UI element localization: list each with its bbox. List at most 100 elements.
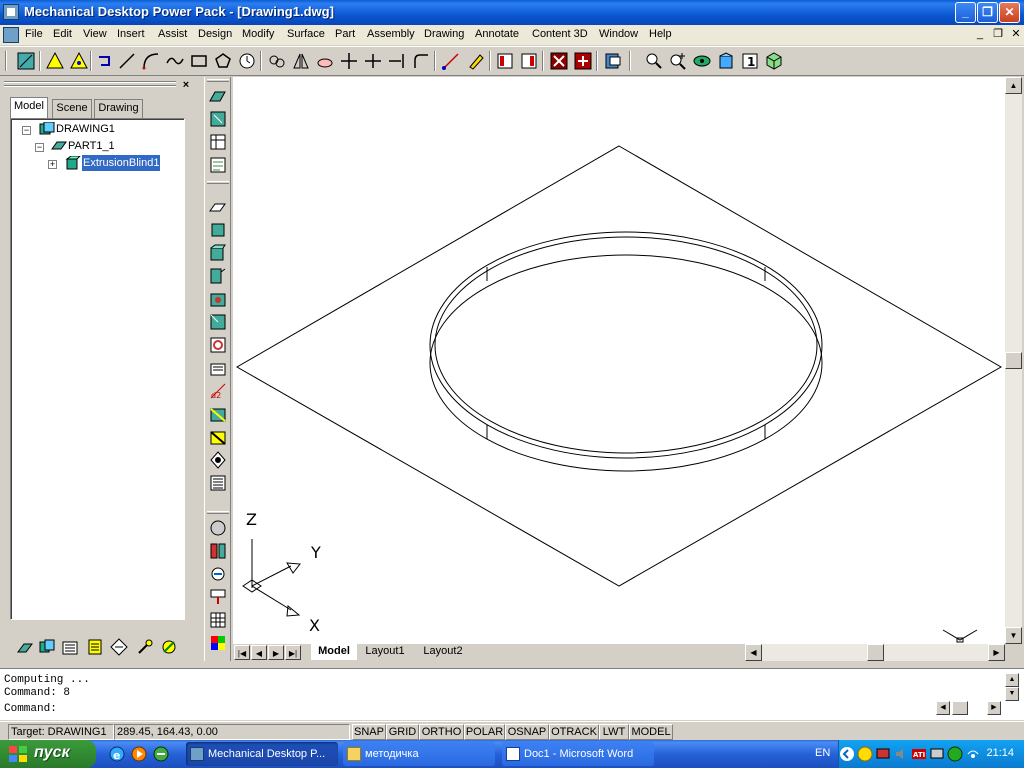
browser-close-button[interactable]: × (180, 79, 192, 91)
chevron-left-icon[interactable] (839, 746, 855, 762)
constraint-icon[interactable] (208, 132, 228, 152)
draft-icon[interactable] (208, 404, 228, 424)
task-folder[interactable]: методичка (343, 742, 495, 766)
speaker-icon[interactable] (893, 746, 909, 762)
display-icon[interactable] (929, 746, 945, 762)
info-icon[interactable]: 1 (740, 51, 760, 71)
command-prompt[interactable]: Command: (4, 703, 57, 716)
warning-triangle-icon[interactable] (69, 51, 89, 71)
toolbar-grip[interactable] (207, 511, 229, 514)
copy-icon[interactable] (267, 51, 287, 71)
tree-item-part[interactable]: PART1_1 (68, 138, 115, 154)
menu-file[interactable]: File (25, 28, 43, 40)
command-scroll-down[interactable]: ▼ (1005, 687, 1019, 701)
mdi-restore-button[interactable]: ❐ (990, 28, 1006, 42)
close-button[interactable]: ✕ (999, 2, 1020, 23)
polar-toggle[interactable]: POLAR (464, 724, 505, 740)
undo-icon[interactable] (95, 51, 115, 71)
scroll-up-button[interactable]: ▲ (1005, 77, 1022, 94)
spline-icon[interactable] (165, 51, 185, 71)
menu-assist[interactable]: Assist (158, 28, 187, 40)
task-word[interactable]: Doc1 - Microsoft Word (502, 742, 654, 766)
show-desktop-icon[interactable] (152, 745, 170, 763)
clock-icon[interactable] (237, 51, 257, 71)
sketch-icon[interactable] (16, 638, 34, 656)
layer-icon[interactable] (603, 51, 623, 71)
update-icon[interactable] (136, 638, 154, 656)
menu-edit[interactable]: Edit (53, 28, 72, 40)
scroll-left-button[interactable]: ◀ (745, 644, 762, 661)
menu-content-3d[interactable]: Content 3D (532, 28, 588, 40)
command-scroll-up[interactable]: ▲ (1005, 673, 1019, 687)
first-tab-button[interactable]: |◀ (234, 645, 250, 660)
extend-icon[interactable] (387, 51, 407, 71)
color-grid-icon[interactable] (208, 633, 228, 653)
command-scroll-thumb[interactable] (952, 701, 968, 715)
orbit-icon[interactable] (716, 51, 736, 71)
fillet-icon[interactable] (411, 51, 431, 71)
menu-view[interactable]: View (83, 28, 107, 40)
tree-item-extrusion[interactable]: ExtrusionBlind1 (82, 155, 161, 171)
part-icon[interactable] (38, 638, 56, 656)
toolbar-grip[interactable] (207, 79, 229, 82)
table-grid-icon[interactable] (208, 610, 228, 630)
command-window[interactable]: Computing ... Command: 8 Command: ▲ ▼ ◀ … (0, 668, 1024, 720)
tab-model-layout[interactable]: Model (311, 644, 357, 660)
mass-icon[interactable] (208, 450, 228, 470)
maximize-button[interactable]: ❐ (977, 2, 998, 23)
bom-icon[interactable] (208, 564, 228, 584)
view-icon[interactable] (692, 51, 712, 71)
scroll-down-button[interactable]: ▼ (1005, 627, 1022, 644)
hole-icon[interactable] (208, 289, 228, 309)
rectangle-icon[interactable] (189, 51, 209, 71)
profile-icon[interactable] (208, 109, 228, 129)
tab-layout2[interactable]: Layout2 (416, 644, 470, 660)
minimize-button[interactable]: _ (955, 2, 976, 23)
loft-icon[interactable] (208, 266, 228, 286)
move-icon[interactable] (339, 51, 359, 71)
menu-part[interactable]: Part (335, 28, 355, 40)
last-tab-button[interactable]: ▶| (285, 645, 301, 660)
otrack-toggle[interactable]: OTRACK (549, 724, 599, 740)
dimension-icon[interactable] (441, 51, 461, 71)
constraint-assembly-icon[interactable] (208, 518, 228, 538)
browser-grip[interactable] (4, 81, 176, 83)
zoom-window-icon[interactable] (668, 51, 688, 71)
sweep-icon[interactable] (208, 243, 228, 263)
clock[interactable]: 21:14 (986, 747, 1014, 759)
workplane-icon[interactable] (208, 155, 228, 175)
mdi-close-button[interactable]: ✕ (1008, 28, 1024, 42)
lwt-toggle[interactable]: LWT (599, 724, 629, 740)
drawing-canvas[interactable]: Z Y X (233, 77, 1005, 644)
prev-tab-button[interactable]: ◀ (251, 645, 267, 660)
fillet-feature-icon[interactable] (208, 312, 228, 332)
properties-icon[interactable] (519, 51, 539, 71)
start-button[interactable]: пуск (0, 740, 96, 768)
menu-surface[interactable]: Surface (287, 28, 325, 40)
mirror-icon[interactable] (291, 51, 311, 71)
document-icon[interactable] (3, 27, 19, 43)
tab-model[interactable]: Model (10, 97, 48, 119)
snap-toggle[interactable]: SNAP (352, 724, 386, 740)
explode-icon[interactable] (208, 541, 228, 561)
tab-scene[interactable]: Scene (52, 99, 92, 118)
pin-icon[interactable] (160, 638, 178, 656)
properties-icon[interactable] (495, 51, 515, 71)
ati-icon[interactable]: ATI (911, 746, 927, 762)
wireless-icon[interactable] (965, 746, 981, 762)
warning-triangle-icon[interactable] (45, 51, 65, 71)
polygon-icon[interactable] (213, 51, 233, 71)
menu-modify[interactable]: Modify (242, 28, 274, 40)
menu-annotate[interactable]: Annotate (475, 28, 519, 40)
folder-icon[interactable] (61, 638, 79, 656)
menu-help[interactable]: Help (649, 28, 672, 40)
line-icon[interactable] (117, 51, 137, 71)
table-icon[interactable] (86, 638, 104, 656)
antivirus-icon[interactable] (947, 746, 963, 762)
balloon-icon[interactable] (208, 587, 228, 607)
3d-view-icon[interactable] (110, 638, 128, 656)
assembly-icon[interactable] (208, 473, 228, 493)
dimension-feature-icon[interactable]: d2 (208, 381, 228, 401)
tree-expander[interactable]: − (35, 143, 44, 152)
sketch-icon[interactable] (208, 86, 228, 106)
